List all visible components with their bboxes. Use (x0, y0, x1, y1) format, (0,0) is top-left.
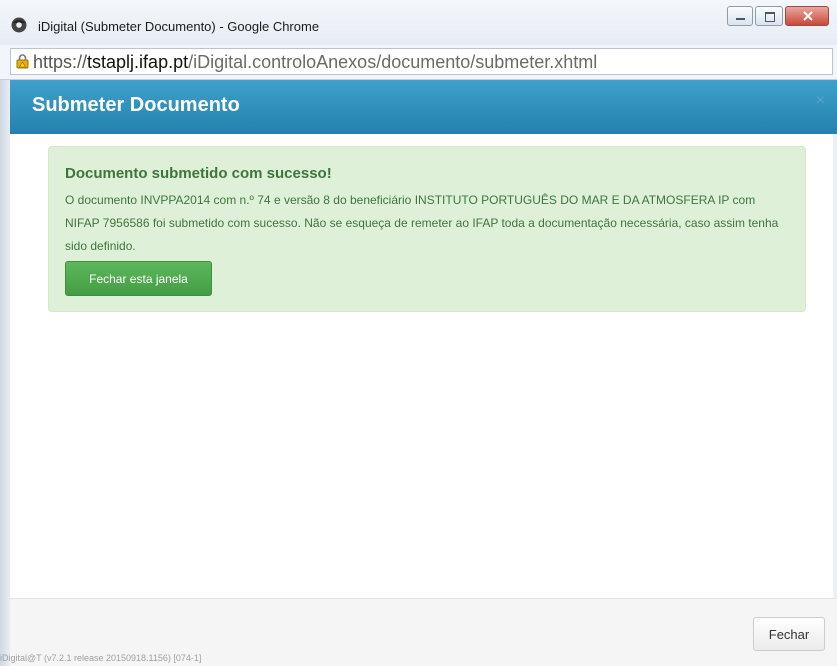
alert-message: O documento INVPPA2014 com n.º 74 e vers… (65, 193, 779, 253)
url-field[interactable]: https://tstaplj.ifap.pt/iDigital.control… (10, 48, 833, 75)
address-bar: https://tstaplj.ifap.pt/iDigital.control… (0, 45, 837, 80)
modal-header: Submeter Documento × (10, 80, 837, 134)
fechar-button[interactable]: Fechar (753, 617, 825, 651)
url-path: /iDigital.controloAnexos/documento/subme… (188, 52, 598, 72)
minimize-button[interactable] (727, 6, 753, 26)
window-titlebar: iDigital (Submeter Documento) - Google C… (0, 0, 837, 45)
success-alert: Documento submetido com sucesso! O docum… (48, 146, 806, 312)
window-frame-left (0, 80, 10, 666)
modal-body: Documento submetido com sucesso! O docum… (10, 134, 837, 598)
maximize-button[interactable] (755, 6, 783, 26)
close-window-button[interactable]: Fechar esta janela (65, 261, 212, 296)
alert-title: Documento submetido com sucesso! (65, 165, 332, 182)
url-text: https://tstaplj.ifap.pt/iDigital.control… (33, 52, 597, 73)
lock-warning-icon (16, 54, 29, 69)
window-title: iDigital (Submeter Documento) - Google C… (38, 19, 320, 34)
url-scheme: https:// (33, 52, 88, 72)
modal-close-icon[interactable]: × (816, 92, 825, 110)
close-icon (803, 11, 813, 21)
version-text: iDigital@T (v7.2.1 release 20150918.1156… (0, 653, 202, 663)
modal-title: Submeter Documento (32, 94, 240, 116)
window-close-button[interactable] (785, 6, 829, 26)
url-host: tstaplj.ifap.pt (87, 52, 189, 72)
scrollbar-edge (833, 134, 837, 598)
minimize-icon (736, 18, 745, 20)
window-controls (725, 6, 829, 26)
chrome-logo-icon (11, 17, 27, 33)
maximize-icon (765, 12, 775, 22)
